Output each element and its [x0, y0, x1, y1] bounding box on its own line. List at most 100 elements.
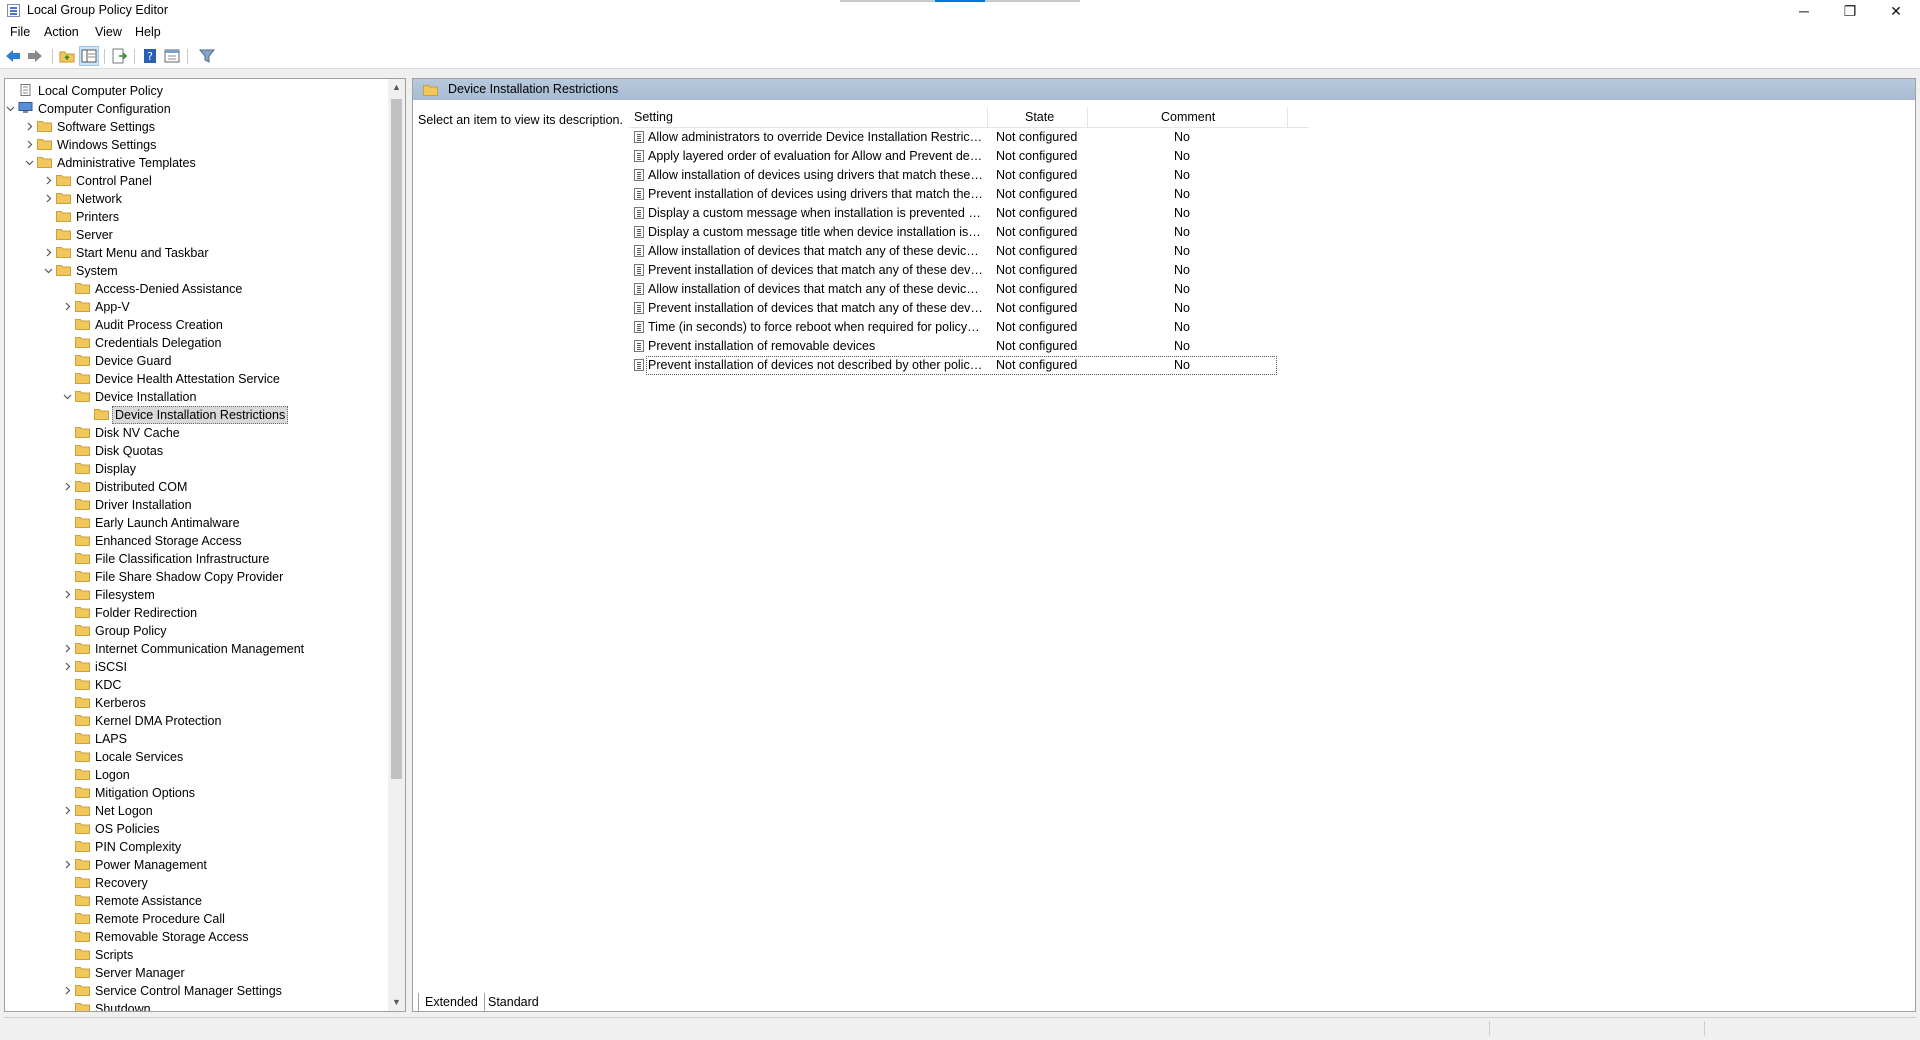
scrollbar-thumb[interactable]	[391, 99, 402, 779]
tree-item[interactable]: Device Guard	[5, 352, 390, 370]
tree-item[interactable]: Shutdown	[5, 1000, 390, 1011]
tree-item[interactable]: Local Computer Policy	[5, 82, 390, 100]
restore-button[interactable]: ❐	[1827, 0, 1873, 22]
tree-item[interactable]: LAPS	[5, 730, 390, 748]
chevron-down-icon[interactable]	[25, 158, 34, 167]
column-header-state[interactable]: State	[1025, 110, 1054, 124]
tree-item[interactable]: Server Manager	[5, 964, 390, 982]
back-icon[interactable]	[4, 47, 22, 65]
tree-item[interactable]: Windows Settings	[5, 136, 390, 154]
tree-item[interactable]: Control Panel	[5, 172, 390, 190]
tree-item[interactable]: Filesystem	[5, 586, 390, 604]
tree-item[interactable]: Internet Communication Management	[5, 640, 390, 658]
tree-item[interactable]: Service Control Manager Settings	[5, 982, 390, 1000]
chevron-right-icon[interactable]	[25, 122, 34, 131]
policy-row[interactable]: Prevent installation of devices not desc…	[629, 356, 1309, 375]
tree-item[interactable]: Folder Redirection	[5, 604, 390, 622]
tree-item[interactable]: iSCSI	[5, 658, 390, 676]
minimize-button[interactable]: ─	[1781, 0, 1827, 22]
tree-item[interactable]: File Share Shadow Copy Provider	[5, 568, 390, 586]
console-tree[interactable]: Local Computer Policy Computer Configurat…	[4, 78, 406, 1012]
tree-item[interactable]: Scripts	[5, 946, 390, 964]
policy-row[interactable]: Allow installation of devices that match…	[629, 280, 1309, 299]
tree-item[interactable]: Administrative Templates	[5, 154, 390, 172]
show-hide-tree-icon[interactable]	[79, 46, 99, 66]
column-header-comment[interactable]: Comment	[1161, 110, 1215, 124]
tree-item[interactable]: Start Menu and Taskbar	[5, 244, 390, 262]
tree-item[interactable]: Computer Configuration	[5, 100, 390, 118]
policy-row[interactable]: Time (in seconds) to force reboot when r…	[629, 318, 1309, 337]
tree-item[interactable]: Software Settings	[5, 118, 390, 136]
help-icon[interactable]: ?	[141, 47, 159, 65]
chevron-right-icon[interactable]	[63, 482, 72, 491]
policy-row[interactable]: Prevent installation of devices using dr…	[629, 185, 1309, 204]
tree-item[interactable]: Locale Services	[5, 748, 390, 766]
policy-row[interactable]: Prevent installation of removable device…	[629, 337, 1309, 356]
column-divider[interactable]	[987, 107, 988, 127]
tab-standard[interactable]: Standard	[482, 993, 545, 1011]
tree-item[interactable]: Device Health Attestation Service	[5, 370, 390, 388]
close-button[interactable]: ✕	[1873, 0, 1919, 22]
scroll-down-arrow-icon[interactable]: ▼	[388, 994, 405, 1011]
tree-item[interactable]: Printers	[5, 208, 390, 226]
tree-item[interactable]: Disk Quotas	[5, 442, 390, 460]
chevron-right-icon[interactable]	[63, 644, 72, 653]
chevron-right-icon[interactable]	[63, 302, 72, 311]
tree-item[interactable]: Group Policy	[5, 622, 390, 640]
policy-row[interactable]: Prevent installation of devices that mat…	[629, 261, 1309, 280]
chevron-right-icon[interactable]	[63, 590, 72, 599]
properties-icon[interactable]	[163, 47, 181, 65]
tree-item[interactable]: Early Launch Antimalware	[5, 514, 390, 532]
tree-item[interactable]: Remote Assistance	[5, 892, 390, 910]
export-list-icon[interactable]	[110, 47, 128, 65]
chevron-down-icon[interactable]	[44, 266, 53, 275]
tree-item[interactable]: Network	[5, 190, 390, 208]
tree-item[interactable]: Removable Storage Access	[5, 928, 390, 946]
policy-row[interactable]: Apply layered order of evaluation for Al…	[629, 147, 1309, 166]
filter-icon[interactable]	[198, 47, 216, 65]
tree-item[interactable]: Kernel DMA Protection	[5, 712, 390, 730]
column-header-setting[interactable]: Setting	[634, 110, 673, 124]
chevron-right-icon[interactable]	[63, 806, 72, 815]
chevron-right-icon[interactable]	[44, 248, 53, 257]
tree-item[interactable]: Mitigation Options	[5, 784, 390, 802]
up-folder-icon[interactable]	[58, 47, 76, 65]
tree-item[interactable]: Enhanced Storage Access	[5, 532, 390, 550]
column-divider[interactable]	[1287, 107, 1288, 127]
tree-item[interactable]: App-V	[5, 298, 390, 316]
tree-item[interactable]: System	[5, 262, 390, 280]
tree-item[interactable]: KDC	[5, 676, 390, 694]
scroll-up-arrow-icon[interactable]: ▲	[388, 79, 405, 96]
tree-item[interactable]: Logon	[5, 766, 390, 784]
tree-item[interactable]: Power Management	[5, 856, 390, 874]
tree-vertical-scrollbar[interactable]: ▲ ▼	[388, 79, 405, 1011]
policy-row[interactable]: Allow installation of devices using driv…	[629, 166, 1309, 185]
menu-action[interactable]: Action	[44, 25, 79, 39]
chevron-right-icon[interactable]	[44, 194, 53, 203]
menu-help[interactable]: Help	[135, 25, 161, 39]
tree-item[interactable]: Audit Process Creation	[5, 316, 390, 334]
policy-row[interactable]: Allow administrators to override Device …	[629, 128, 1309, 147]
menu-view[interactable]: View	[95, 25, 122, 39]
chevron-right-icon[interactable]	[63, 860, 72, 869]
menu-file[interactable]: File	[10, 25, 30, 39]
chevron-down-icon[interactable]	[63, 392, 72, 401]
tree-item[interactable]: Distributed COM	[5, 478, 390, 496]
policy-row[interactable]: Display a custom message when installati…	[629, 204, 1309, 223]
tree-item[interactable]: Server	[5, 226, 390, 244]
tree-item[interactable]: Net Logon	[5, 802, 390, 820]
chevron-down-icon[interactable]	[6, 104, 15, 113]
policy-row[interactable]: Allow installation of devices that match…	[629, 242, 1309, 261]
chevron-right-icon[interactable]	[63, 986, 72, 995]
tree-item[interactable]: Remote Procedure Call	[5, 910, 390, 928]
tree-item[interactable]: Recovery	[5, 874, 390, 892]
forward-icon[interactable]	[26, 47, 44, 65]
chevron-right-icon[interactable]	[44, 176, 53, 185]
tab-extended[interactable]: Extended	[418, 993, 485, 1012]
chevron-right-icon[interactable]	[25, 140, 34, 149]
chevron-right-icon[interactable]	[63, 662, 72, 671]
tree-item[interactable]: OS Policies	[5, 820, 390, 838]
tree-item[interactable]: Access-Denied Assistance	[5, 280, 390, 298]
policy-row[interactable]: Display a custom message title when devi…	[629, 223, 1309, 242]
tree-item[interactable]: PIN Complexity	[5, 838, 390, 856]
